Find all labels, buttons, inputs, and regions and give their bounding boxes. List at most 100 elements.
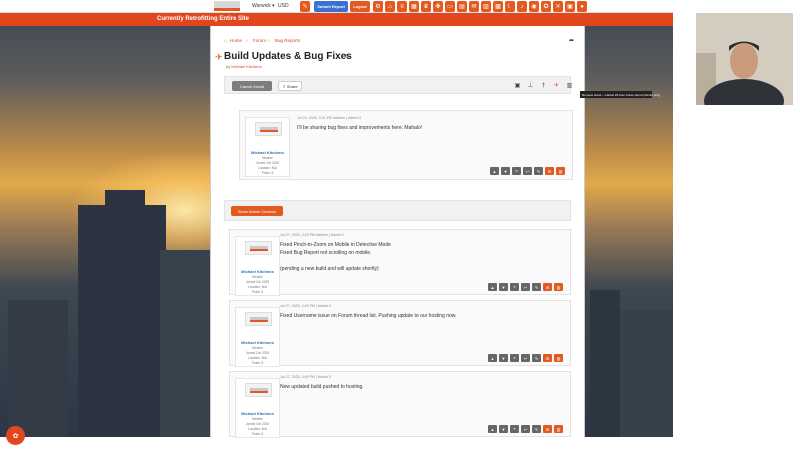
logout-button[interactable]: Logout — [350, 1, 370, 12]
share-arrow-icon[interactable]: ➦ — [569, 37, 574, 44]
reply-icon[interactable]: ↩ — [523, 167, 532, 175]
cancel-invoid-button[interactable]: Cancel Invoid — [232, 81, 272, 91]
reply-icon[interactable]: ↩ — [521, 425, 530, 433]
report-icon[interactable]: ✉ — [543, 283, 552, 291]
delete-icon[interactable]: ▥ — [554, 425, 563, 433]
edit-icon[interactable]: ✎ — [534, 167, 543, 175]
quote-icon[interactable]: ❝ — [510, 354, 519, 362]
breadcrumb-forum[interactable]: Forum — [253, 38, 266, 43]
user-name-link[interactable]: Michael Kitchens — [236, 411, 279, 416]
banner-text: Currently Retrofitting Entire Site — [157, 16, 250, 22]
user-posts-count: Posts: 5 — [251, 290, 264, 294]
webcam-overlay — [696, 13, 793, 105]
user-joined: Joined Oct 2025 — [245, 280, 270, 284]
dislike-icon[interactable]: ▼ — [499, 283, 508, 291]
site-logo[interactable] — [214, 1, 240, 11]
announcement-banner: Currently Retrofitting Entire Site — [0, 13, 673, 26]
post-actions: ▲ ▼ ❝ ↩ ✎ ✉ ▥ — [488, 354, 563, 362]
thumbtack-icon[interactable]: † — [539, 81, 548, 90]
show-admin-controls-button[interactable]: Show Admin Controls — [231, 206, 283, 216]
delete-icon[interactable]: ▥ — [554, 354, 563, 362]
user-name-link[interactable]: Michael Kitchens — [236, 269, 279, 274]
share-button[interactable]: ⇪ Share — [278, 81, 302, 91]
breadcrumb-home[interactable]: Home — [230, 38, 242, 43]
tools-icon[interactable]: ✕ — [553, 1, 563, 12]
user-card: Michael Kitchens Newbie Joined Oct 2025 … — [235, 236, 280, 296]
post-meta: Jul 22, 2025, 3:21 PM #Admin | Admin 0 — [297, 116, 362, 120]
home-icon[interactable]: ⌂ — [385, 1, 395, 12]
quote-icon[interactable]: ❝ — [510, 283, 519, 291]
bell-icon[interactable]: ♪ — [517, 1, 527, 12]
user-menu[interactable]: Warwick ▾ — [252, 3, 275, 9]
edit-pencil-icon[interactable]: ✎ — [344, 53, 350, 61]
post-body: Fixed Username issue on Forum thread lis… — [280, 312, 456, 320]
report-icon[interactable]: ✉ — [545, 167, 554, 175]
dislike-icon[interactable]: ▼ — [501, 167, 510, 175]
user-role: Newbie — [252, 417, 263, 421]
breadcrumb-bug-reports[interactable]: Bug Reports — [275, 38, 300, 43]
like-icon[interactable]: ▲ — [490, 167, 499, 175]
pencil-icon[interactable]: ✎ — [300, 1, 310, 12]
building — [8, 300, 68, 437]
moon-icon[interactable]: ☾ — [505, 1, 515, 12]
avatar — [255, 122, 282, 136]
user-role: Newbie — [262, 156, 273, 160]
delete-icon[interactable]: ▥ — [554, 283, 563, 291]
thread-author-link[interactable]: Michael Kitchens — [231, 64, 261, 69]
avatar — [245, 312, 272, 326]
dislike-icon[interactable]: ▼ — [499, 354, 508, 362]
grid-icon[interactable]: ▩ — [493, 1, 503, 12]
user-name-link[interactable]: Michael Kitchens — [246, 150, 289, 155]
report-icon[interactable]: ✉ — [543, 425, 552, 433]
reply-icon[interactable]: ↩ — [521, 283, 530, 291]
user-location: Location: N/A — [247, 356, 268, 360]
award-icon[interactable]: ✪ — [541, 1, 551, 12]
edit-icon[interactable]: ✎ — [532, 354, 541, 362]
chat-icon[interactable]: ✉ — [469, 1, 479, 12]
avatar — [245, 383, 272, 397]
dislike-icon[interactable]: ▼ — [499, 425, 508, 433]
user-card: Michael Kitchens Newbie Joined Oct 2025 … — [245, 117, 290, 177]
home-icon: ⌂ — [224, 38, 227, 43]
forum-post: Michael Kitchens Newbie Joined Oct 2025 … — [239, 110, 573, 180]
dashboard-icon[interactable]: ▣ — [565, 1, 575, 12]
post-line — [280, 257, 391, 265]
boost-rocket-icon[interactable]: ✈ — [552, 81, 561, 90]
folder-icon[interactable]: ▭ — [445, 1, 455, 12]
like-icon[interactable]: ▲ — [488, 283, 497, 291]
forum-post: Michael Kitchens Newbie Joined Oct 2025 … — [229, 229, 571, 296]
post-line: Fixed Pinch-to-Zoom on Mobile in Detecti… — [280, 242, 391, 248]
building — [105, 190, 145, 210]
floating-action-button[interactable]: ✿ — [6, 426, 25, 445]
post-meta: Jul 27, 2025, 4:49 PM | Admin 0 — [280, 375, 331, 379]
user-name-link[interactable]: Michael Kitchens — [236, 340, 279, 345]
list-icon[interactable]: ≡ — [397, 1, 407, 12]
gear-icon[interactable]: ⚙ — [373, 1, 383, 12]
edit-icon[interactable]: ✎ — [532, 283, 541, 291]
submit-report-button[interactable]: Submit Report — [314, 1, 348, 12]
quote-icon[interactable]: ❝ — [510, 425, 519, 433]
paw-icon[interactable]: ✤ — [433, 1, 443, 12]
reply-icon[interactable]: ↩ — [521, 354, 530, 362]
store-icon[interactable]: ▦ — [409, 1, 419, 12]
trophy-icon[interactable]: ♛ — [421, 1, 431, 12]
pin-icon[interactable]: ⊥ — [526, 81, 535, 90]
edit-icon[interactable]: ✎ — [532, 425, 541, 433]
post-body: Fixed Pinch-to-Zoom on Mobile in Detecti… — [280, 241, 391, 273]
clipboard-icon[interactable]: ▤ — [457, 1, 467, 12]
quote-icon[interactable]: ❝ — [512, 167, 521, 175]
like-icon[interactable]: ▲ — [488, 354, 497, 362]
user-location: Location: N/A — [247, 285, 268, 289]
delete-icon[interactable]: ▥ — [556, 167, 565, 175]
post-meta: Jul 27, 2025, 4:49 PM | Admin 0 — [280, 304, 331, 308]
user-joined: Joined Oct 2025 — [255, 161, 280, 165]
eye-icon[interactable]: ◉ — [529, 1, 539, 12]
book-icon[interactable]: ▥ — [481, 1, 491, 12]
thread-byline: by Michael Kitchens — [226, 64, 262, 69]
trash-icon[interactable]: ▥ — [565, 81, 574, 90]
lock-icon[interactable]: ▣ — [513, 81, 522, 90]
notification-icon[interactable]: ● — [577, 1, 587, 12]
report-icon[interactable]: ✉ — [543, 354, 552, 362]
like-icon[interactable]: ▲ — [488, 425, 497, 433]
post-body: New updated build pushed to hosting. — [280, 383, 364, 391]
